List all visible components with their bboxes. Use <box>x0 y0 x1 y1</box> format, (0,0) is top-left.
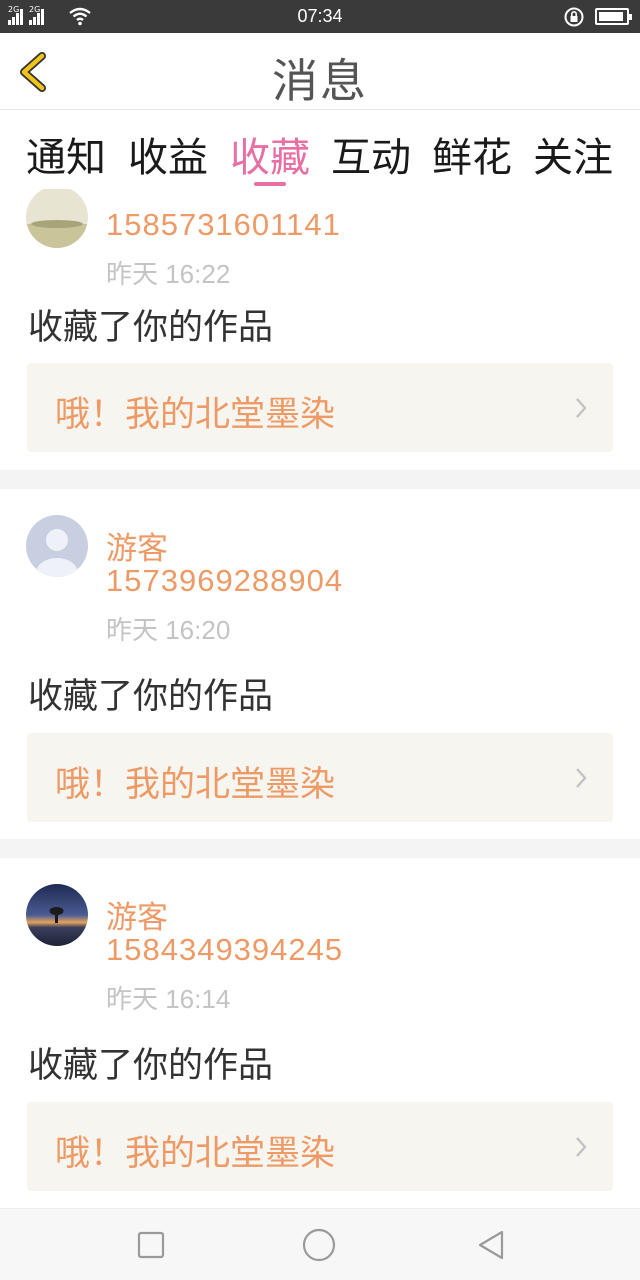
work-link[interactable]: 哦！我的北堂墨染 <box>27 363 613 452</box>
tab-flowers[interactable]: 鲜花 <box>424 125 520 183</box>
work-link[interactable]: 哦！我的北堂墨染 <box>27 733 613 822</box>
back-icon[interactable] <box>476 1229 506 1261</box>
tab-interactions[interactable]: 互动 <box>323 125 419 183</box>
landscape-avatar-image <box>26 189 88 248</box>
user-id: 1584349394245 <box>106 932 344 967</box>
timestamp: 昨天 16:22 <box>106 259 231 289</box>
action-text: 收藏了你的作品 <box>28 1046 274 1086</box>
username[interactable]: 游客 <box>106 892 168 937</box>
action-text: 收藏了你的作品 <box>28 677 274 717</box>
user-id: 1585731601141 <box>106 207 341 242</box>
title-bar: 消息 <box>0 33 640 110</box>
work-title: 哦！我的北堂墨染 <box>55 1134 336 1174</box>
avatar[interactable] <box>26 189 88 248</box>
clock: 07:34 <box>297 6 343 26</box>
list-item: 游客 1584349394245 昨天 16:14 收藏了你的作品 哦！我的北堂… <box>0 858 640 1191</box>
recent-apps-icon[interactable] <box>137 1231 165 1259</box>
username[interactable]: 游客 <box>106 523 168 568</box>
home-icon[interactable] <box>302 1228 336 1262</box>
list-item: 1585731601141 昨天 16:22 收藏了你的作品 哦！我的北堂墨染 <box>0 189 640 452</box>
avatar[interactable] <box>26 515 88 577</box>
list-item: 游客 1573969288904 昨天 16:20 收藏了你的作品 哦！我的北堂… <box>0 489 640 822</box>
work-link[interactable]: 哦！我的北堂墨染 <box>27 1102 613 1191</box>
rotation-lock-icon <box>564 7 584 27</box>
status-bar: 2G 2G 07:34 <box>0 0 640 33</box>
divider <box>0 839 640 858</box>
tab-following[interactable]: 关注 <box>525 125 621 183</box>
divider <box>0 470 640 489</box>
night-sky-avatar <box>26 884 88 946</box>
avatar[interactable] <box>26 884 88 946</box>
user-id: 1573969288904 <box>106 563 344 598</box>
timestamp: 昨天 16:20 <box>106 615 231 645</box>
active-tab-indicator <box>254 182 286 186</box>
system-nav-bar <box>0 1208 640 1280</box>
chevron-right-icon <box>576 1137 587 1157</box>
battery-icon <box>595 8 632 25</box>
action-text: 收藏了你的作品 <box>28 308 274 348</box>
timestamp: 昨天 16:14 <box>106 984 231 1014</box>
chevron-right-icon <box>576 768 587 788</box>
tab-favorites[interactable]: 收藏 <box>222 125 318 183</box>
tab-bar: 通知 收益 收藏 互动 鲜花 关注 <box>0 111 640 189</box>
battery-fill <box>599 12 623 21</box>
chevron-right-icon <box>576 398 587 418</box>
message-feed[interactable]: 1585731601141 昨天 16:22 收藏了你的作品 哦！我的北堂墨染 … <box>0 189 640 1208</box>
default-person-avatar <box>26 515 88 577</box>
page-title: 消息 <box>272 54 368 108</box>
tab-earnings[interactable]: 收益 <box>120 125 216 183</box>
work-title: 哦！我的北堂墨染 <box>55 395 336 435</box>
work-title: 哦！我的北堂墨染 <box>55 765 336 805</box>
tab-notifications[interactable]: 通知 <box>18 125 114 183</box>
